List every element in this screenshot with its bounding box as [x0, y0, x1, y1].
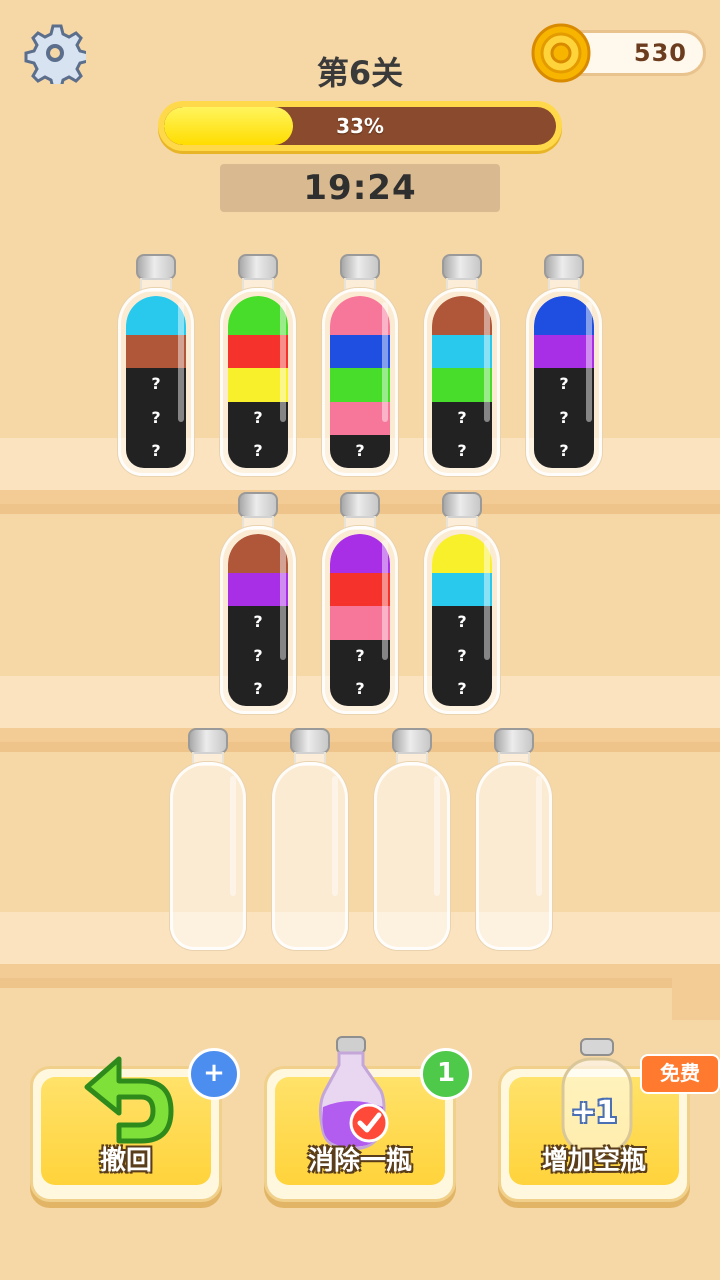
timer: 19:24	[220, 164, 500, 212]
liquid-layer-pink	[330, 606, 390, 640]
hidden-mark: ?	[457, 645, 467, 665]
liquid-layer-purple	[228, 573, 288, 607]
hidden-layer: ?	[432, 401, 492, 435]
liquid-layer-purple	[534, 335, 594, 369]
bottle-cap	[340, 254, 380, 280]
bottle-cap	[238, 492, 278, 518]
bottle-b4[interactable]: ??	[424, 254, 500, 476]
hidden-mark: ?	[355, 440, 365, 460]
liquid-layer-yellow	[228, 368, 288, 402]
hidden-layer: ?	[228, 672, 288, 706]
add-bottle-plus-one: +1	[570, 1095, 617, 1130]
hidden-layer: ?	[126, 368, 186, 402]
remove-bottle-label: 消除一瓶	[307, 1146, 412, 1176]
liquid-layer-blue	[330, 335, 390, 369]
hidden-layer: ?	[126, 401, 186, 435]
hidden-mark: ?	[559, 374, 569, 394]
liquid-layer-green	[432, 368, 492, 402]
hidden-mark: ?	[355, 678, 365, 698]
bottle-b10[interactable]	[272, 728, 348, 950]
undo-arrow-icon	[84, 1056, 174, 1144]
hidden-mark: ?	[559, 407, 569, 427]
hidden-layer: ?	[534, 368, 594, 402]
bottle-cap	[188, 728, 228, 754]
liquid-layer-cyan	[126, 296, 186, 336]
hidden-layer: ?	[330, 434, 390, 468]
liquid-layer-cyan	[432, 573, 492, 607]
hidden-mark: ?	[151, 440, 161, 460]
add-empty-bottle-label: 增加空瓶	[541, 1146, 646, 1176]
bottle-b3[interactable]: ?	[322, 254, 398, 476]
hidden-layer: ?	[126, 434, 186, 468]
hidden-layer: ?	[534, 434, 594, 468]
bottle-b11[interactable]	[374, 728, 450, 950]
hidden-layer: ?	[228, 639, 288, 673]
liquid-layer-brown	[432, 296, 492, 336]
bottle-cap	[290, 728, 330, 754]
liquid-layer-pink	[330, 401, 390, 435]
hidden-layer: ?	[432, 434, 492, 468]
liquid-layer-pink	[330, 296, 390, 336]
hidden-mark: ?	[253, 645, 263, 665]
hidden-layer: ?	[534, 401, 594, 435]
bottle-b7[interactable]: ??	[322, 492, 398, 714]
liquid-layer-red	[330, 573, 390, 607]
hidden-layer: ?	[432, 672, 492, 706]
liquid-layer-cyan	[432, 335, 492, 369]
hidden-mark: ?	[253, 440, 263, 460]
hidden-mark: ?	[355, 645, 365, 665]
undo-label: 撤回	[99, 1146, 152, 1176]
hidden-mark: ?	[457, 678, 467, 698]
bottle-b1[interactable]: ???	[118, 254, 194, 476]
hidden-layer: ?	[432, 639, 492, 673]
hidden-mark: ?	[151, 407, 161, 427]
liquid-layer-brown	[126, 335, 186, 369]
bottle-cap	[238, 254, 278, 280]
bottle-b12[interactable]	[476, 728, 552, 950]
bottle-b9[interactable]	[170, 728, 246, 950]
liquid-layer-brown	[228, 534, 288, 574]
liquid-layer-red	[228, 335, 288, 369]
timer-value: 19:24	[303, 168, 417, 208]
hidden-layer: ?	[432, 606, 492, 640]
level-progress-bar: 33%	[158, 101, 562, 151]
liquid-layer-yellow	[432, 534, 492, 574]
free-badge: 免费	[640, 1054, 720, 1094]
bottle-cap	[392, 728, 432, 754]
coin-amount: 530	[633, 39, 687, 67]
bottle-b8[interactable]: ???	[424, 492, 500, 714]
potion-bottle-icon	[318, 1036, 389, 1151]
bottle-cap	[136, 254, 176, 280]
hidden-layer: ?	[330, 639, 390, 673]
bottle-b5[interactable]: ???	[526, 254, 602, 476]
coin-icon	[530, 22, 592, 84]
hidden-layer: ?	[228, 401, 288, 435]
remove-count-badge: 1	[420, 1048, 472, 1100]
floor-edge	[672, 964, 720, 1020]
hidden-layer: ?	[228, 434, 288, 468]
liquid-layer-green	[330, 368, 390, 402]
bottle-cap	[442, 492, 482, 518]
hidden-mark: ?	[457, 612, 467, 632]
bottle-cap	[494, 728, 534, 754]
hidden-mark: ?	[253, 678, 263, 698]
hidden-layer: ?	[228, 606, 288, 640]
hidden-mark: ?	[457, 440, 467, 460]
hidden-layer: ?	[330, 672, 390, 706]
hidden-mark: ?	[151, 374, 161, 394]
bottle-cap	[544, 254, 584, 280]
progress-label: 33%	[336, 114, 384, 138]
hidden-mark: ?	[457, 407, 467, 427]
bottle-cap	[340, 492, 380, 518]
hidden-mark: ?	[559, 440, 569, 460]
bottle-b2[interactable]: ??	[220, 254, 296, 476]
liquid-layer-purple	[330, 534, 390, 574]
hidden-mark: ?	[253, 407, 263, 427]
liquid-layer-green	[228, 296, 288, 336]
bottle-b6[interactable]: ???	[220, 492, 296, 714]
bottle-cap	[442, 254, 482, 280]
hidden-mark: ?	[253, 612, 263, 632]
liquid-layer-blue	[534, 296, 594, 336]
undo-add-badge[interactable]: +	[188, 1048, 240, 1100]
